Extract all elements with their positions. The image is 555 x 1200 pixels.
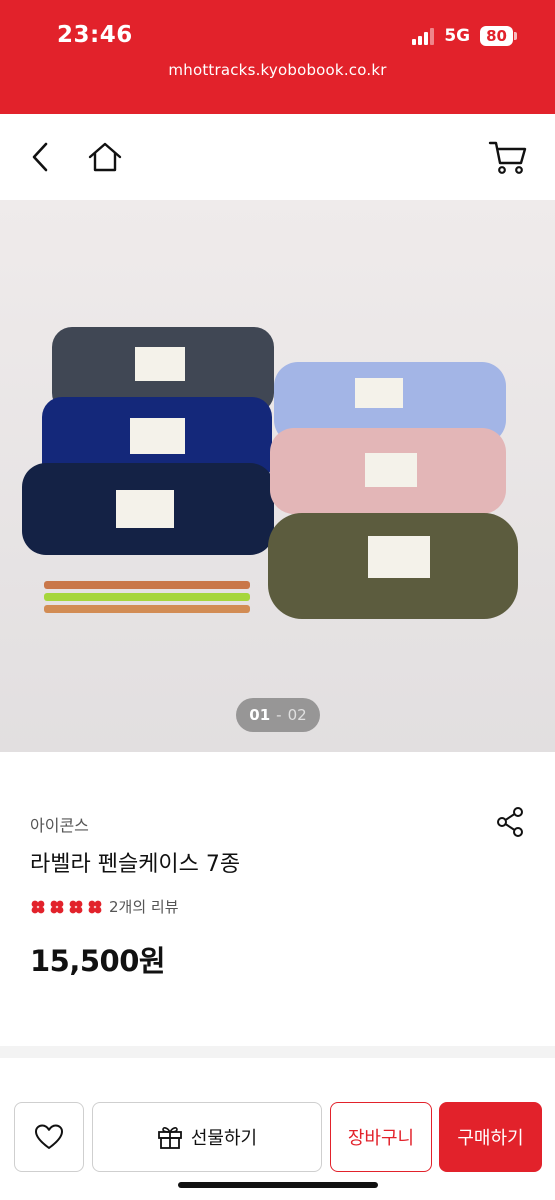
review-count-link[interactable]: 2개의 리뷰 [109,896,179,917]
clover-icon [50,900,64,913]
product-price: 15,500원 [30,938,166,980]
clover-icon [31,900,45,913]
clover-icon [69,900,83,913]
buy-now-button[interactable]: 구매하기 [439,1102,542,1172]
price-value: 15,500 [30,944,139,978]
browser-top-bar: 23:46 5G 80 mhottracks.kyobobook.co.kr [0,0,555,114]
product-image-gallery[interactable] [0,200,555,752]
pager-separator: - [276,706,282,724]
battery-level: 80 [480,26,513,46]
gift-button[interactable]: 선물하기 [92,1102,322,1172]
share-button[interactable] [495,806,527,838]
wishlist-button[interactable] [14,1102,84,1172]
home-button[interactable] [80,114,130,200]
cart-button[interactable] [483,114,533,200]
cart-icon [488,141,527,174]
heart-icon [35,1124,63,1149]
pager-current: 01 [249,706,271,724]
product-photo-pencil-cases [0,200,555,752]
status-time: 23:46 [57,22,133,48]
status-indicators: 5G 80 [412,26,517,46]
pager-total: 02 [287,706,307,724]
price-unit: 원 [138,944,166,978]
brand-name[interactable]: 아이콘스 [30,812,89,836]
rating-row[interactable]: 2개의 리뷰 [30,896,179,917]
share-icon [497,807,523,837]
bottom-action-bar: 선물하기 장바구니 구매하기 [0,1058,555,1200]
chevron-left-icon [32,142,48,172]
page-header [0,114,555,200]
gift-label: 선물하기 [190,1128,258,1149]
battery-icon: 80 [480,26,517,46]
clover-icon [88,900,102,913]
home-icon [88,142,122,172]
signal-icon [412,27,435,45]
add-to-cart-button[interactable]: 장바구니 [330,1102,432,1172]
back-button[interactable] [18,114,62,200]
image-pager: 01 - 02 [236,698,320,732]
network-type: 5G [444,26,471,46]
url-bar[interactable]: mhottracks.kyobobook.co.kr [0,61,555,79]
product-title: 라벨라 펜슬케이스 7종 [30,852,241,877]
buy-now-label: 구매하기 [457,1128,524,1149]
section-divider [0,1046,555,1058]
gift-icon [157,1127,182,1149]
add-to-cart-label: 장바구니 [347,1128,415,1149]
home-indicator [178,1182,378,1188]
